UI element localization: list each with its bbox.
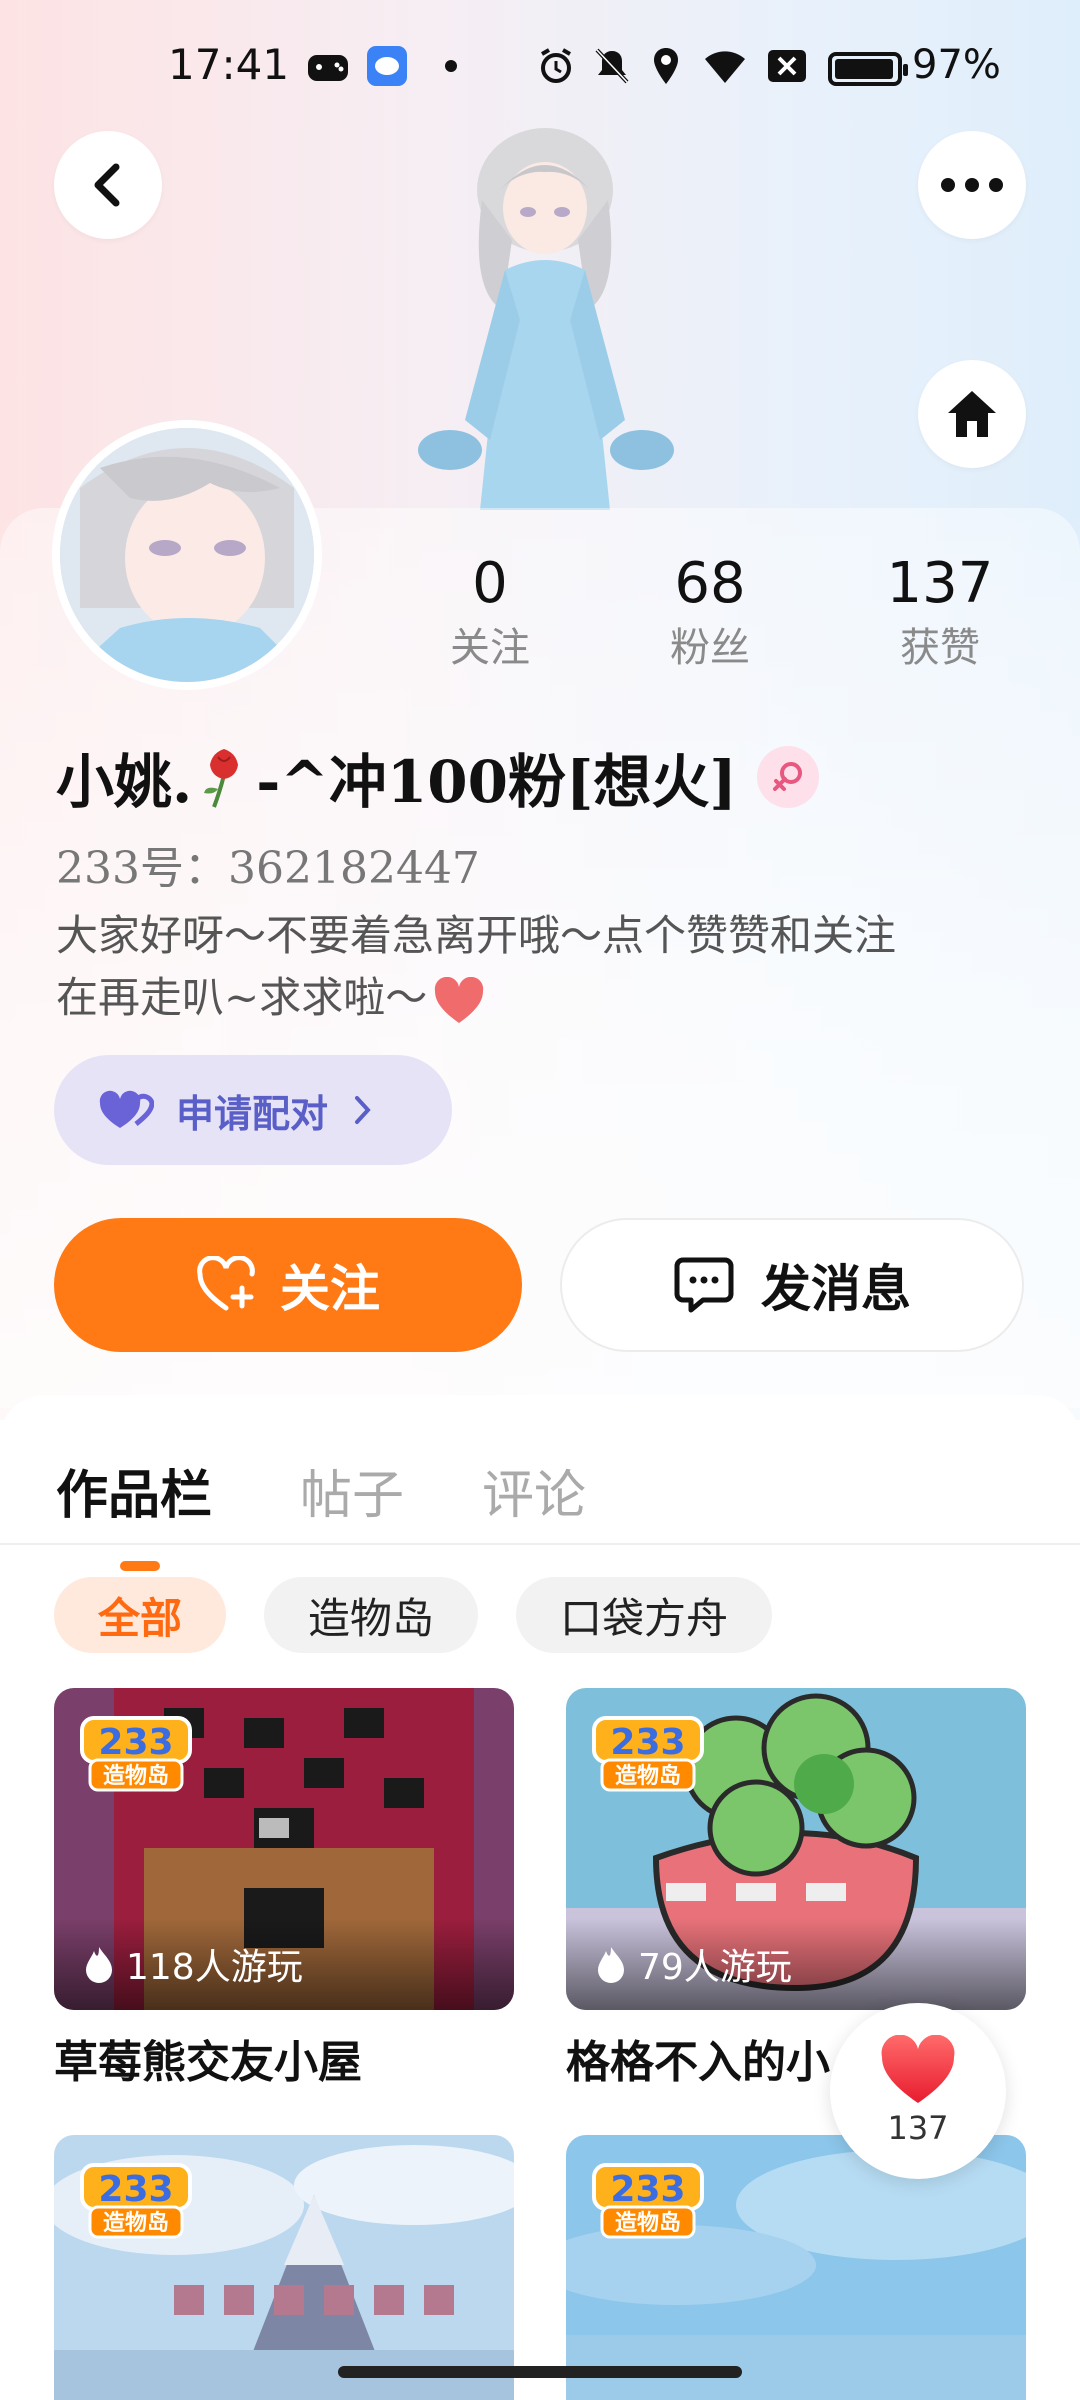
tab-comments[interactable]: 评论 [482,1453,586,1528]
work-title: 草莓熊交友小屋 [54,2037,362,2088]
bio: 大家好呀～不要着急离开哦～点个赞赞和关注 在再走叭~求求啦～ [56,905,1016,1029]
stat-likes[interactable]: 137 获赞 [860,548,1020,676]
dot-icon [444,46,458,86]
location-icon [648,46,684,86]
heart-icon [881,2035,955,2103]
work-thumbnail: 233 造物岛 [566,2135,1026,2400]
home-button[interactable] [918,360,1026,468]
stat-value: 68 [674,551,746,616]
filter-chip-pocket-ark[interactable]: 口袋方舟 [516,1577,773,1653]
tab-indicator [120,1561,160,1571]
logo-subtext: 造物岛 [103,2210,169,2236]
flame-icon [598,1947,624,1983]
gender-badge [756,746,819,808]
avatar-image [60,428,314,682]
play-count-text: 79人游玩 [638,1947,792,1988]
more-dots-icon [941,178,1003,192]
bio-line-2-text: 在再走叭~求求啦～ [56,973,428,1022]
logo-subtext: 造物岛 [615,1763,681,1789]
content-section: 作品栏 帖子 评论 全部 造物岛 口袋方舟 233 造物岛 118人游玩 草莓熊… [0,1395,1080,2400]
nickname-part2: -^冲100粉[想火] [256,748,737,816]
work-thumbnail: 233 造物岛 118人游玩 [54,1688,514,2010]
stat-following[interactable]: 0 关注 [420,548,560,676]
work-card[interactable]: 233 造物岛 [54,2135,514,2400]
flame-icon [86,1947,112,1983]
creation-island-logo-icon: 233 造物岛 [592,2163,704,2239]
user-id: 233号：362182447 [56,843,480,894]
game-controller-icon [306,46,350,86]
apply-pairing-button[interactable]: 申请配对 [54,1055,452,1165]
play-count: 118人游玩 [54,1918,514,2010]
battery-icon [828,52,908,86]
logo-number: 233 [98,2169,173,2210]
stat-followers[interactable]: 68 粉丝 [560,548,860,676]
stat-label: 获赞 [900,625,980,671]
work-card[interactable]: 233 造物岛 118人游玩 草莓熊交友小屋 [54,1688,514,2090]
double-heart-icon [99,1090,154,1128]
like-count: 137 [887,2109,949,2147]
work-thumbnail: 233 造物岛 [54,2135,514,2400]
filter-chip-creation-island[interactable]: 造物岛 [264,1577,479,1653]
wifi-icon [700,46,750,86]
stat-label: 粉丝 [670,625,750,671]
status-time: 17:41 [168,40,290,89]
status-bar: 17:41 97% [0,0,1080,130]
play-count: 79人游玩 [566,1918,1026,2010]
home-indicator[interactable] [338,2366,742,2378]
tab-posts[interactable]: 帖子 [300,1453,404,1528]
stat-value: 137 [886,551,994,616]
work-card[interactable]: 233 造物岛 [566,2135,1026,2400]
pair-label: 申请配对 [176,1090,329,1136]
nickname-row: 小姚. -^冲100粉[想火] [56,735,819,819]
stat-label: 关注 [450,625,530,671]
creation-island-logo-icon: 233 造物岛 [80,1716,192,1792]
filter-chips: 全部 造物岛 口袋方舟 [54,1577,773,1653]
logo-subtext: 造物岛 [103,1763,169,1789]
sim-off-icon [766,46,808,86]
female-icon [772,762,802,791]
logo-number: 233 [610,1722,685,1763]
creation-island-logo-icon: 233 造物岛 [592,1716,704,1792]
back-button[interactable] [54,131,162,239]
bio-line-1: 大家好呀～不要着急离开哦～点个赞赞和关注 [56,911,897,960]
rose-icon [204,749,239,808]
character-figure-image [418,128,674,510]
mute-icon [592,46,632,86]
alarm-icon [536,46,576,86]
logo-number: 233 [610,2169,685,2210]
tab-works[interactable]: 作品栏 [56,1453,212,1528]
nickname-part1: 小姚. [56,748,193,816]
floating-like-button[interactable]: 137 [830,2003,1006,2179]
battery-percent: 97% [912,42,1001,88]
stat-value: 0 [472,551,508,616]
logo-number: 233 [98,1722,173,1763]
chat-bubble-icon [674,1257,734,1313]
heart-emoji-icon [435,977,484,1023]
logo-subtext: 造物岛 [615,2210,681,2236]
more-button[interactable] [918,131,1026,239]
chevron-left-icon [94,163,120,207]
tab-bar: 作品栏 帖子 评论 [0,1425,1080,1571]
profile-stats: 0 关注 68 粉丝 137 获赞 [420,548,1060,676]
filter-chip-all[interactable]: 全部 [54,1577,227,1653]
play-count-text: 118人游玩 [126,1947,303,1988]
work-thumbnail: 233 造物岛 79人游玩 [566,1688,1026,2010]
chevron-right-icon [355,1096,371,1124]
chat-app-icon [366,46,408,86]
send-message-button[interactable]: 发消息 [560,1218,1024,1352]
follow-label: 关注 [280,1259,380,1318]
message-label: 发消息 [761,1259,911,1318]
avatar[interactable] [52,420,322,690]
battery-fill [835,59,894,79]
bio-line-2: 在再走叭~求求啦～ [56,967,1016,1029]
heart-plus-icon [197,1256,255,1311]
follow-button[interactable]: 关注 [54,1218,522,1352]
creation-island-logo-icon: 233 造物岛 [80,2163,192,2239]
home-icon [948,391,996,437]
